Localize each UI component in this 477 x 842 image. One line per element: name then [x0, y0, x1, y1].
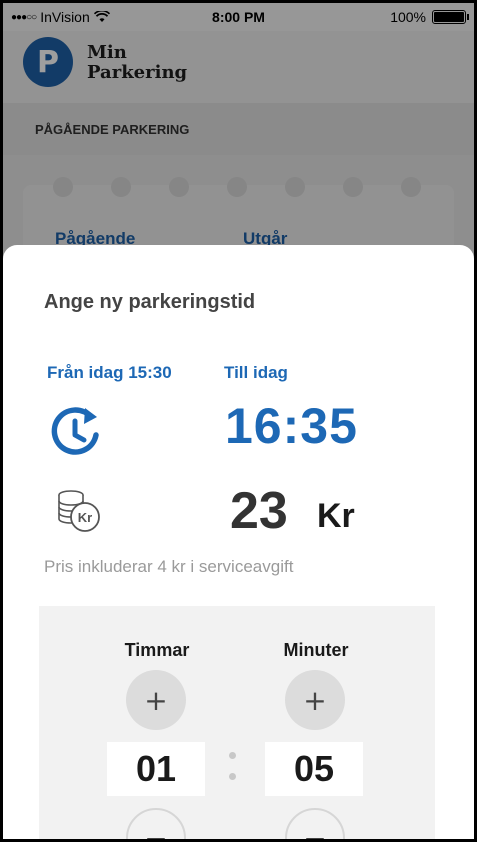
coin-badge-text: Kr — [78, 510, 92, 525]
minutes-input[interactable] — [265, 742, 363, 796]
phone-screen: ●●●○○ InVision 8:00 PM 100% P Min Parker… — [3, 3, 474, 839]
price-amount: 23 — [230, 482, 288, 540]
hours-decrement-button[interactable]: − — [126, 808, 186, 839]
price-unit: Kr — [317, 497, 355, 535]
to-label: Till idag — [224, 363, 288, 382]
minutes-label: Minuter — [283, 640, 349, 660]
duration-picker: Timmar Minuter + + − − — [39, 606, 435, 839]
time-separator — [225, 752, 239, 794]
hours-label: Timmar — [124, 640, 190, 660]
price-note: Pris inkluderar 4 kr i serviceavgift — [44, 557, 294, 576]
coins-kr-icon: Kr — [58, 490, 100, 532]
hours-input[interactable] — [107, 742, 205, 796]
sheet-title: Ange ny parkeringstid — [44, 291, 256, 313]
clock-forward-icon — [51, 407, 99, 455]
from-label: Från idag 15:30 — [47, 363, 172, 382]
minutes-increment-button[interactable]: + — [285, 670, 345, 730]
minutes-decrement-button[interactable]: − — [285, 808, 345, 839]
end-time: 16:35 — [225, 398, 358, 454]
new-parking-time-sheet: Ange ny parkeringstid Från idag 15:30 Ti… — [3, 245, 474, 839]
hours-increment-button[interactable]: + — [126, 670, 186, 730]
